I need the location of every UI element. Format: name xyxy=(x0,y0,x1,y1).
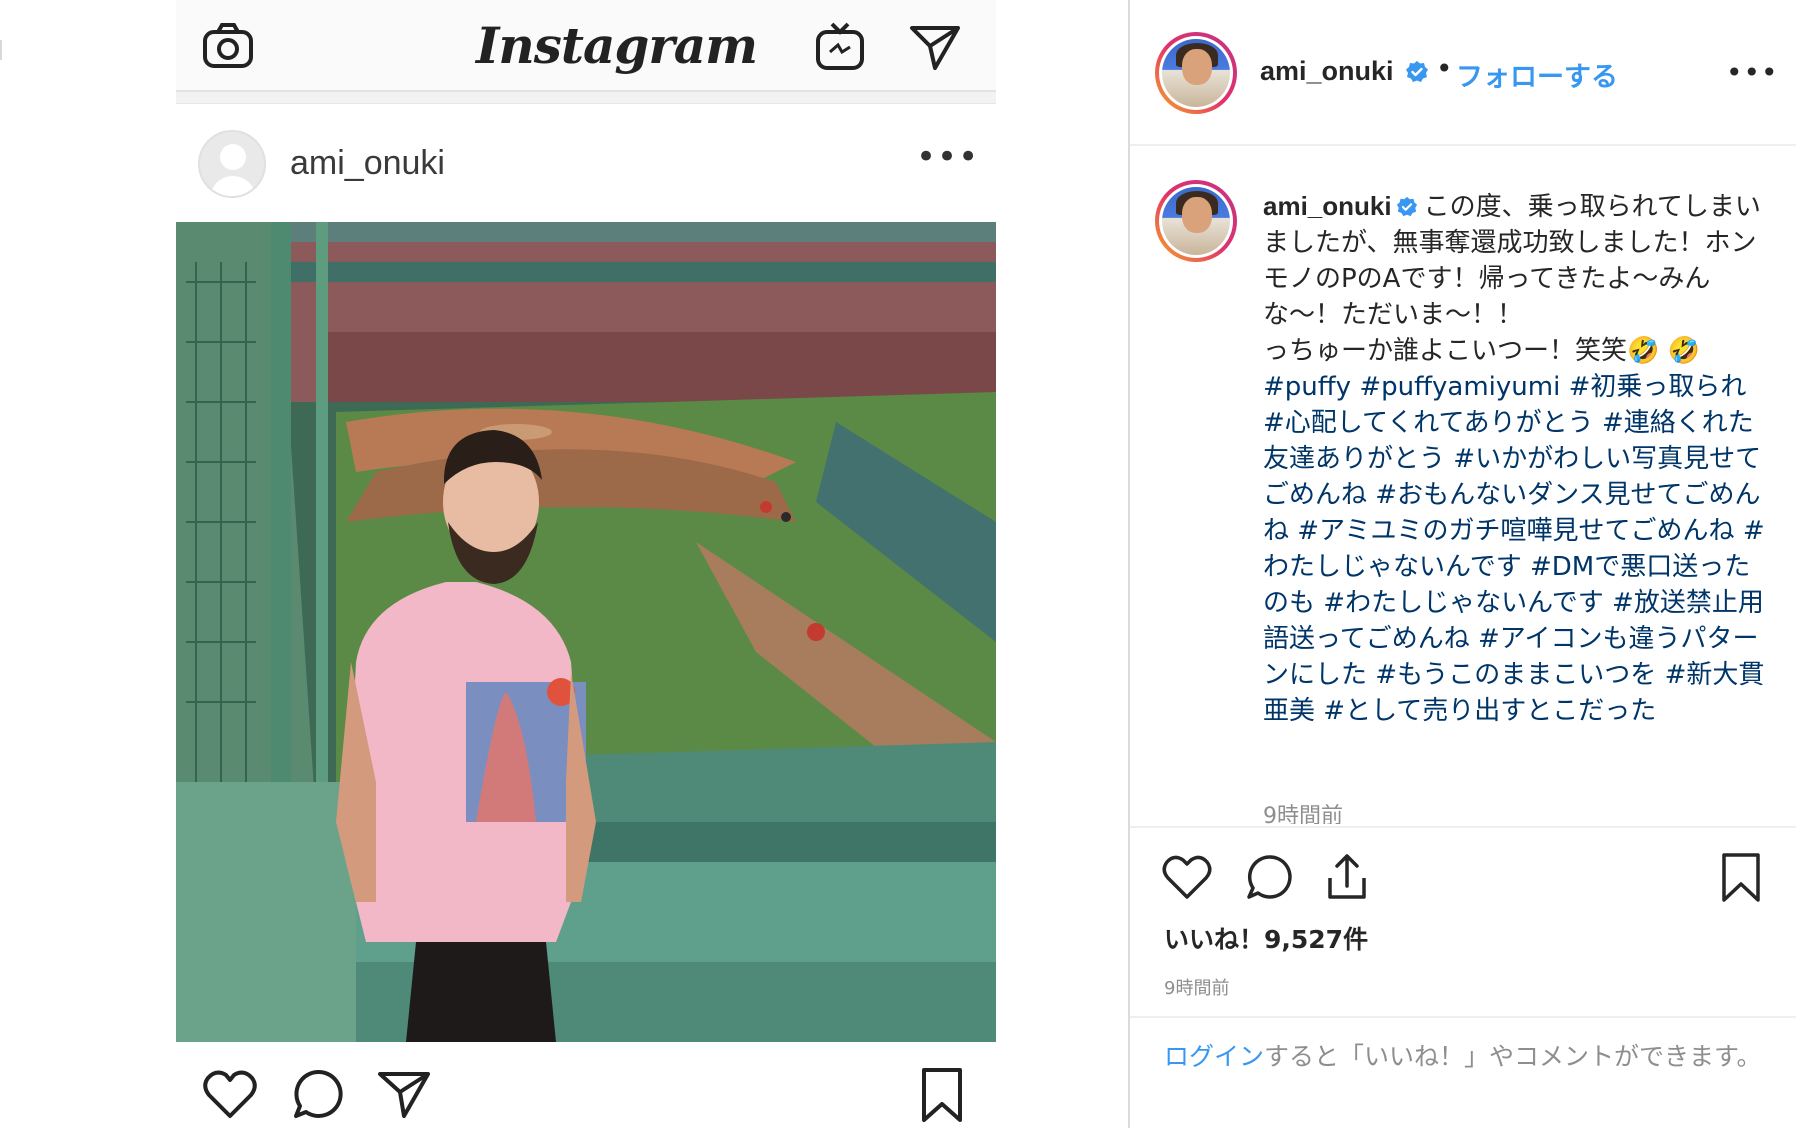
post-actions: いいね！9,527件 9時間前 xyxy=(1130,826,1796,1016)
follow-button[interactable]: フォローする xyxy=(1456,55,1618,94)
header-username-link[interactable]: ami_onuki xyxy=(1260,56,1394,87)
more-options-icon: ••• xyxy=(916,137,980,177)
separator-dot: • xyxy=(1436,52,1453,85)
mobile-top-bar: Instagram xyxy=(176,0,996,92)
mobile-feed-gap xyxy=(176,92,996,104)
avatar xyxy=(198,130,266,198)
login-prompt-rest: すると「いいね！」やコメントができます。 xyxy=(1264,1042,1762,1071)
share-icon[interactable] xyxy=(1320,850,1374,904)
comment-icon xyxy=(294,1069,343,1118)
post-username: ami_onuki xyxy=(290,144,445,182)
hashtag-link[interactable]: #わたしじゃないんです xyxy=(1323,588,1604,618)
avatar[interactable] xyxy=(1155,180,1237,262)
mobile-post-actions xyxy=(176,1058,996,1128)
hashtag-link[interactable]: #初乗っ取られ xyxy=(1569,372,1747,402)
mobile-post-header: ami_onuki ••• xyxy=(176,112,996,212)
heart-icon xyxy=(203,1070,257,1118)
hashtag-link[interactable]: #心配してくれてありがとう xyxy=(1263,408,1594,438)
hashtag-list: #puffy #puffyamiyumi #初乗っ取られ #心配してくれてありが… xyxy=(1263,372,1765,726)
login-prompt-text: ログインすると「いいね！」やコメントができます。 xyxy=(1164,1038,1764,1076)
caption-text: ami_onuki この度、乗っ取られてしまいましたが、無事奪還成功致しました！ホ… xyxy=(1263,188,1775,729)
comment-icon[interactable] xyxy=(1242,850,1296,904)
embedded-post-screenshot: Instagram ami_onuki ••• xyxy=(0,0,1128,1128)
hashtag-link[interactable]: #puffy xyxy=(1263,372,1351,402)
login-link[interactable]: ログイン xyxy=(1164,1042,1264,1071)
heart-icon[interactable] xyxy=(1160,850,1214,904)
bookmark-icon[interactable] xyxy=(1714,850,1768,904)
direct-icon xyxy=(910,26,960,70)
hashtag-link[interactable]: #puffyamiyumi xyxy=(1359,372,1560,402)
send-icon xyxy=(378,1072,430,1118)
hashtag-link[interactable]: #として売り出すとこだった xyxy=(1323,696,1656,726)
likes-count[interactable]: いいね！9,527件 xyxy=(1164,920,1368,956)
post-timestamp: 9時間前 xyxy=(1164,978,1230,999)
more-options-icon[interactable]: ••• xyxy=(1726,56,1779,89)
caption-body-2: っちゅーか誰よこいつー！笑笑🤣 🤣 xyxy=(1263,336,1701,366)
post-photo xyxy=(176,222,996,1042)
bookmark-icon xyxy=(922,1068,962,1122)
post-header: ami_onuki • フォローする ••• xyxy=(1130,0,1796,146)
edge-marker xyxy=(0,40,2,60)
instagram-wordmark: Instagram xyxy=(476,16,758,75)
igtv-icon xyxy=(816,22,864,70)
mobile-post-frame: Instagram ami_onuki ••• xyxy=(176,0,996,1128)
verified-badge-icon xyxy=(1406,61,1428,82)
hashtag-link[interactable]: #アミユミのガチ喧嘩見せてごめんね xyxy=(1297,516,1734,546)
login-prompt: ログインすると「いいね！」やコメントができます。 xyxy=(1130,1016,1796,1128)
caption-timestamp: 9時間前 xyxy=(1263,804,1343,824)
post-sidebar: ami_onuki • フォローする ••• ami_onuki この度、乗っ取ら… xyxy=(1128,0,1796,1128)
hashtag-link[interactable]: #もうこのままこいつを xyxy=(1375,660,1656,690)
avatar[interactable] xyxy=(1155,32,1237,114)
camera-icon xyxy=(203,23,253,68)
caption-username-link[interactable]: ami_onuki xyxy=(1263,191,1392,221)
caption-scroll-area[interactable]: ami_onuki この度、乗っ取られてしまいましたが、無事奪還成功致しました！ホ… xyxy=(1130,148,1796,824)
verified-badge-icon xyxy=(1396,196,1417,217)
